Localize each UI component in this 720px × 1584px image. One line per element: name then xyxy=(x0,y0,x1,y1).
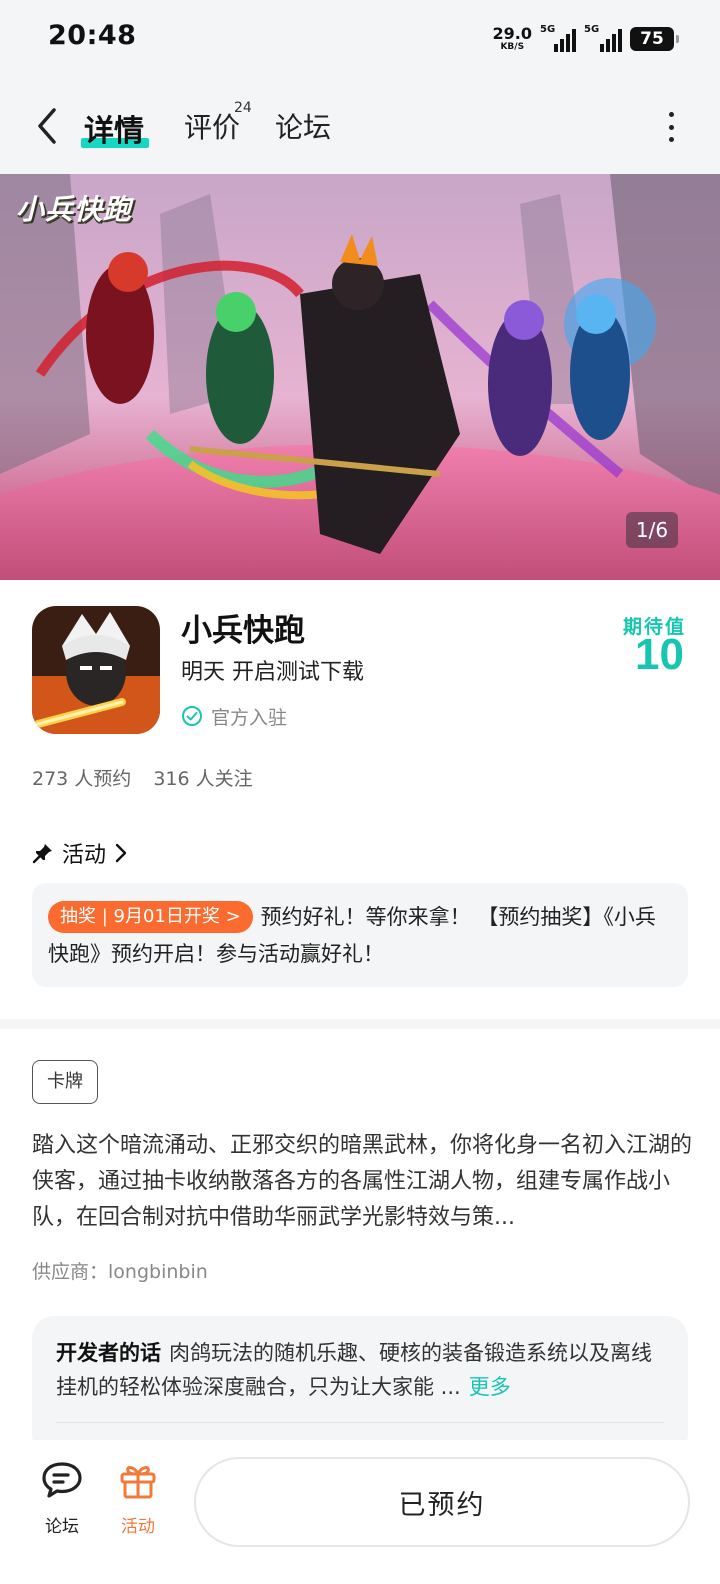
official-badge: 官方入驻 xyxy=(181,703,287,729)
genre-tag[interactable]: 卡牌 xyxy=(32,1060,98,1104)
chevron-right-icon xyxy=(115,843,127,863)
tab-forum[interactable]: 论坛 xyxy=(275,106,331,146)
network-speed-unit: KB/S xyxy=(500,42,525,52)
reserved-button[interactable]: 已预约 xyxy=(194,1457,690,1547)
expectation-value: 10 xyxy=(635,630,684,679)
follower-count: 316 人关注 xyxy=(153,768,253,790)
banner-page-counter: 1/6 xyxy=(626,512,678,548)
official-label: 官方入驻 xyxy=(211,706,288,729)
signal-tag: 5G xyxy=(540,24,556,35)
game-description[interactable]: 踏入这个暗流涌动、正邪交织的暗黑武林，你将化身一名初入江湖的侠客，通过抽卡收纳散… xyxy=(32,1128,692,1236)
banner-image xyxy=(0,174,720,580)
battery-icon: 75 xyxy=(630,27,679,51)
supplier-info: 供应商：longbinbin xyxy=(32,1261,208,1283)
signal-5ga-icon: 5G xyxy=(584,24,622,52)
signal-5g-icon: 5G xyxy=(540,24,576,52)
bottom-forum-button[interactable]: 论坛 xyxy=(27,1460,97,1537)
network-speed-value: 29.0 xyxy=(492,24,532,43)
developer-card-separator xyxy=(56,1422,664,1423)
tab-review[interactable]: 评价 xyxy=(184,106,240,146)
developer-note-label: 开发者的话 xyxy=(56,1341,161,1365)
app-name: 小兵快跑 xyxy=(181,613,305,649)
forum-chat-icon xyxy=(42,1462,82,1498)
status-indicators: 29.0 KB/S 5G 5G 75 xyxy=(493,22,679,56)
chevron-left-icon xyxy=(38,108,56,144)
bottom-activity-label: 活动 xyxy=(121,1517,155,1537)
section-divider xyxy=(0,1019,720,1029)
back-button[interactable] xyxy=(28,104,68,148)
status-time: 20:48 xyxy=(48,20,137,51)
gift-icon xyxy=(120,1466,156,1499)
signal-tag-2: 5G xyxy=(584,24,600,35)
lottery-badge: 抽奖 | 9月01日开奖 > xyxy=(48,901,253,933)
banner-game-logo: 小兵快跑 xyxy=(16,193,133,226)
developer-note-card[interactable]: 开发者的话 肉鸽玩法的随机乐趣、硬核的装备锻造系统以及离线挂机的轻松体验深度融合，… xyxy=(32,1316,688,1456)
release-info: 明天 开启测试下载 xyxy=(181,660,364,685)
top-nav: 详情 评价 24 论坛 xyxy=(0,78,720,174)
more-vertical-icon xyxy=(668,112,674,117)
reservation-count: 273 人预约 xyxy=(32,768,132,790)
pin-icon xyxy=(32,844,52,864)
app-stats: 273 人预约 316 人关注 xyxy=(32,764,253,791)
bottom-activity-button[interactable]: 活动 xyxy=(103,1460,173,1537)
bottom-forum-label: 论坛 xyxy=(45,1517,79,1537)
tab-detail[interactable]: 详情 xyxy=(84,106,144,150)
activity-header[interactable]: 活动 xyxy=(32,838,128,868)
app-icon xyxy=(32,606,160,734)
activity-heading: 活动 xyxy=(62,843,107,868)
developer-note-more-link[interactable]: 更多 xyxy=(469,1375,511,1399)
status-bar: 20:48 29.0 KB/S 5G 5G 75 xyxy=(0,0,720,78)
activity-card[interactable]: 抽奖 | 9月01日开奖 > 预约好礼！等你来拿！ 【预约抽奖】《小兵快跑》预约开… xyxy=(32,883,688,987)
review-count-badge: 24 xyxy=(234,100,252,116)
network-speed: 29.0 KB/S xyxy=(493,26,532,52)
bottom-action-bar: 论坛 活动 已预约 xyxy=(0,1440,720,1584)
banner-carousel[interactable]: 小兵快跑 1/6 xyxy=(0,174,720,580)
verified-check-icon xyxy=(182,706,202,726)
more-button[interactable] xyxy=(666,112,676,142)
